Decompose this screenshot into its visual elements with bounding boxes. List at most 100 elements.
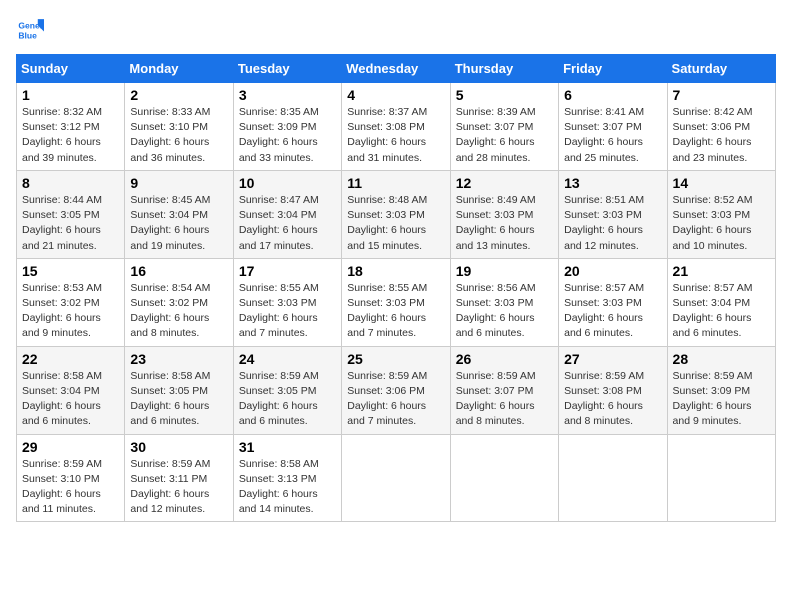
calendar-cell: 31 Sunrise: 8:58 AMSunset: 3:13 PMDaylig… [233, 434, 341, 522]
day-info: Sunrise: 8:35 AMSunset: 3:09 PMDaylight:… [239, 106, 319, 164]
day-info: Sunrise: 8:58 AMSunset: 3:05 PMDaylight:… [130, 370, 210, 428]
calendar-cell: 22 Sunrise: 8:58 AMSunset: 3:04 PMDaylig… [17, 346, 125, 434]
calendar-cell [450, 434, 558, 522]
col-header-friday: Friday [559, 55, 667, 83]
calendar-cell: 24 Sunrise: 8:59 AMSunset: 3:05 PMDaylig… [233, 346, 341, 434]
logo-icon: General Blue [16, 16, 44, 44]
day-number: 31 [239, 439, 336, 455]
calendar-cell: 18 Sunrise: 8:55 AMSunset: 3:03 PMDaylig… [342, 258, 450, 346]
day-number: 3 [239, 87, 336, 103]
calendar-cell: 2 Sunrise: 8:33 AMSunset: 3:10 PMDayligh… [125, 83, 233, 171]
calendar-cell: 7 Sunrise: 8:42 AMSunset: 3:06 PMDayligh… [667, 83, 775, 171]
calendar-cell: 15 Sunrise: 8:53 AMSunset: 3:02 PMDaylig… [17, 258, 125, 346]
day-number: 25 [347, 351, 444, 367]
day-number: 28 [673, 351, 770, 367]
calendar-cell: 6 Sunrise: 8:41 AMSunset: 3:07 PMDayligh… [559, 83, 667, 171]
col-header-saturday: Saturday [667, 55, 775, 83]
calendar-cell: 28 Sunrise: 8:59 AMSunset: 3:09 PMDaylig… [667, 346, 775, 434]
day-info: Sunrise: 8:59 AMSunset: 3:05 PMDaylight:… [239, 370, 319, 428]
calendar-cell: 21 Sunrise: 8:57 AMSunset: 3:04 PMDaylig… [667, 258, 775, 346]
day-info: Sunrise: 8:59 AMSunset: 3:08 PMDaylight:… [564, 370, 644, 428]
day-number: 27 [564, 351, 661, 367]
day-number: 18 [347, 263, 444, 279]
calendar-cell: 20 Sunrise: 8:57 AMSunset: 3:03 PMDaylig… [559, 258, 667, 346]
calendar-cell: 3 Sunrise: 8:35 AMSunset: 3:09 PMDayligh… [233, 83, 341, 171]
calendar-cell: 13 Sunrise: 8:51 AMSunset: 3:03 PMDaylig… [559, 170, 667, 258]
calendar-cell: 10 Sunrise: 8:47 AMSunset: 3:04 PMDaylig… [233, 170, 341, 258]
day-info: Sunrise: 8:58 AMSunset: 3:04 PMDaylight:… [22, 370, 102, 428]
day-number: 26 [456, 351, 553, 367]
day-info: Sunrise: 8:56 AMSunset: 3:03 PMDaylight:… [456, 282, 536, 340]
calendar-cell [559, 434, 667, 522]
day-info: Sunrise: 8:47 AMSunset: 3:04 PMDaylight:… [239, 194, 319, 252]
day-info: Sunrise: 8:49 AMSunset: 3:03 PMDaylight:… [456, 194, 536, 252]
day-number: 4 [347, 87, 444, 103]
day-number: 1 [22, 87, 119, 103]
day-number: 13 [564, 175, 661, 191]
day-info: Sunrise: 8:57 AMSunset: 3:03 PMDaylight:… [564, 282, 644, 340]
calendar-cell: 4 Sunrise: 8:37 AMSunset: 3:08 PMDayligh… [342, 83, 450, 171]
calendar-cell: 11 Sunrise: 8:48 AMSunset: 3:03 PMDaylig… [342, 170, 450, 258]
day-number: 7 [673, 87, 770, 103]
calendar-cell: 9 Sunrise: 8:45 AMSunset: 3:04 PMDayligh… [125, 170, 233, 258]
day-info: Sunrise: 8:33 AMSunset: 3:10 PMDaylight:… [130, 106, 210, 164]
calendar-cell: 27 Sunrise: 8:59 AMSunset: 3:08 PMDaylig… [559, 346, 667, 434]
day-number: 16 [130, 263, 227, 279]
day-number: 8 [22, 175, 119, 191]
calendar-cell: 8 Sunrise: 8:44 AMSunset: 3:05 PMDayligh… [17, 170, 125, 258]
day-info: Sunrise: 8:52 AMSunset: 3:03 PMDaylight:… [673, 194, 753, 252]
calendar-cell: 14 Sunrise: 8:52 AMSunset: 3:03 PMDaylig… [667, 170, 775, 258]
day-info: Sunrise: 8:59 AMSunset: 3:09 PMDaylight:… [673, 370, 753, 428]
day-number: 23 [130, 351, 227, 367]
calendar-table: SundayMondayTuesdayWednesdayThursdayFrid… [16, 54, 776, 522]
day-info: Sunrise: 8:51 AMSunset: 3:03 PMDaylight:… [564, 194, 644, 252]
col-header-thursday: Thursday [450, 55, 558, 83]
calendar-cell: 26 Sunrise: 8:59 AMSunset: 3:07 PMDaylig… [450, 346, 558, 434]
day-number: 19 [456, 263, 553, 279]
day-info: Sunrise: 8:32 AMSunset: 3:12 PMDaylight:… [22, 106, 102, 164]
day-info: Sunrise: 8:53 AMSunset: 3:02 PMDaylight:… [22, 282, 102, 340]
calendar-cell: 30 Sunrise: 8:59 AMSunset: 3:11 PMDaylig… [125, 434, 233, 522]
day-number: 6 [564, 87, 661, 103]
calendar-cell [342, 434, 450, 522]
day-info: Sunrise: 8:37 AMSunset: 3:08 PMDaylight:… [347, 106, 427, 164]
calendar-cell: 23 Sunrise: 8:58 AMSunset: 3:05 PMDaylig… [125, 346, 233, 434]
svg-text:Blue: Blue [18, 31, 37, 41]
day-info: Sunrise: 8:44 AMSunset: 3:05 PMDaylight:… [22, 194, 102, 252]
day-number: 20 [564, 263, 661, 279]
day-number: 24 [239, 351, 336, 367]
day-number: 14 [673, 175, 770, 191]
day-number: 2 [130, 87, 227, 103]
col-header-tuesday: Tuesday [233, 55, 341, 83]
day-number: 29 [22, 439, 119, 455]
day-info: Sunrise: 8:39 AMSunset: 3:07 PMDaylight:… [456, 106, 536, 164]
calendar-cell: 25 Sunrise: 8:59 AMSunset: 3:06 PMDaylig… [342, 346, 450, 434]
page-header: General Blue [16, 16, 776, 44]
day-number: 10 [239, 175, 336, 191]
day-number: 21 [673, 263, 770, 279]
day-info: Sunrise: 8:55 AMSunset: 3:03 PMDaylight:… [347, 282, 427, 340]
day-number: 12 [456, 175, 553, 191]
calendar-cell: 12 Sunrise: 8:49 AMSunset: 3:03 PMDaylig… [450, 170, 558, 258]
day-info: Sunrise: 8:54 AMSunset: 3:02 PMDaylight:… [130, 282, 210, 340]
day-info: Sunrise: 8:59 AMSunset: 3:10 PMDaylight:… [22, 458, 102, 516]
day-number: 15 [22, 263, 119, 279]
calendar-cell: 19 Sunrise: 8:56 AMSunset: 3:03 PMDaylig… [450, 258, 558, 346]
day-info: Sunrise: 8:41 AMSunset: 3:07 PMDaylight:… [564, 106, 644, 164]
day-info: Sunrise: 8:59 AMSunset: 3:07 PMDaylight:… [456, 370, 536, 428]
day-info: Sunrise: 8:57 AMSunset: 3:04 PMDaylight:… [673, 282, 753, 340]
col-header-wednesday: Wednesday [342, 55, 450, 83]
col-header-sunday: Sunday [17, 55, 125, 83]
logo: General Blue [16, 16, 48, 44]
day-info: Sunrise: 8:48 AMSunset: 3:03 PMDaylight:… [347, 194, 427, 252]
calendar-cell: 1 Sunrise: 8:32 AMSunset: 3:12 PMDayligh… [17, 83, 125, 171]
day-info: Sunrise: 8:59 AMSunset: 3:06 PMDaylight:… [347, 370, 427, 428]
day-number: 5 [456, 87, 553, 103]
calendar-cell: 29 Sunrise: 8:59 AMSunset: 3:10 PMDaylig… [17, 434, 125, 522]
day-number: 11 [347, 175, 444, 191]
day-number: 30 [130, 439, 227, 455]
calendar-cell: 16 Sunrise: 8:54 AMSunset: 3:02 PMDaylig… [125, 258, 233, 346]
day-number: 22 [22, 351, 119, 367]
day-number: 9 [130, 175, 227, 191]
day-info: Sunrise: 8:42 AMSunset: 3:06 PMDaylight:… [673, 106, 753, 164]
